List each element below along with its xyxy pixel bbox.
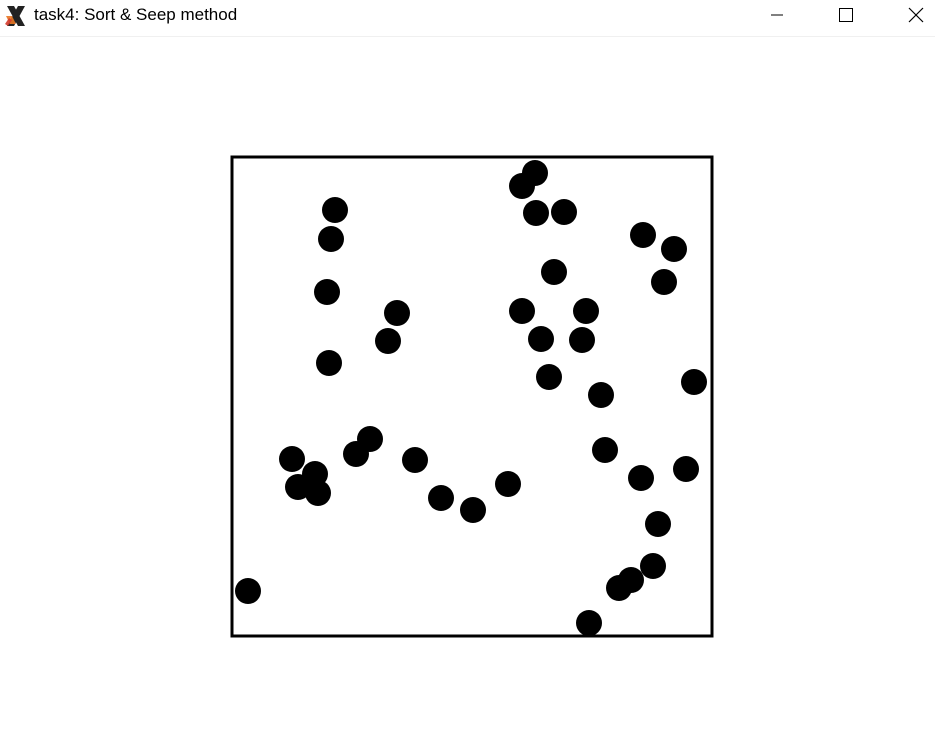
ball (681, 369, 707, 395)
ball (460, 497, 486, 523)
ball (569, 327, 595, 353)
ball (235, 578, 261, 604)
app-window: task4: Sort & Seep method (0, 0, 935, 745)
maximize-button[interactable] (823, 0, 869, 30)
ball (279, 446, 305, 472)
ball (357, 426, 383, 452)
ball (651, 269, 677, 295)
ball (630, 222, 656, 248)
ball (673, 456, 699, 482)
ball (318, 226, 344, 252)
ball (536, 364, 562, 390)
ball (428, 485, 454, 511)
ball (528, 326, 554, 352)
ball (495, 471, 521, 497)
ball (541, 259, 567, 285)
title-bar[interactable]: task4: Sort & Seep method (0, 0, 935, 37)
ball (645, 511, 671, 537)
x-logo-icon (4, 4, 28, 28)
ball (322, 197, 348, 223)
ball (661, 236, 687, 262)
ball (509, 298, 535, 324)
ball (402, 447, 428, 473)
ball (573, 298, 599, 324)
minimize-button[interactable] (754, 0, 800, 30)
close-button[interactable] (893, 0, 935, 30)
ball (375, 328, 401, 354)
drawing-area (0, 37, 935, 745)
ball (640, 553, 666, 579)
close-icon (908, 7, 924, 23)
ball (628, 465, 654, 491)
ball (592, 437, 618, 463)
ball (384, 300, 410, 326)
maximize-icon (839, 8, 853, 22)
simulation-canvas (230, 155, 714, 638)
ball (314, 279, 340, 305)
ball (523, 200, 549, 226)
ball (509, 173, 535, 199)
ball (316, 350, 342, 376)
ball (576, 610, 602, 636)
window-title: task4: Sort & Seep method (34, 5, 238, 24)
minimize-icon (771, 14, 783, 16)
ball (305, 480, 331, 506)
ball (606, 575, 632, 601)
ball (588, 382, 614, 408)
ball (551, 199, 577, 225)
